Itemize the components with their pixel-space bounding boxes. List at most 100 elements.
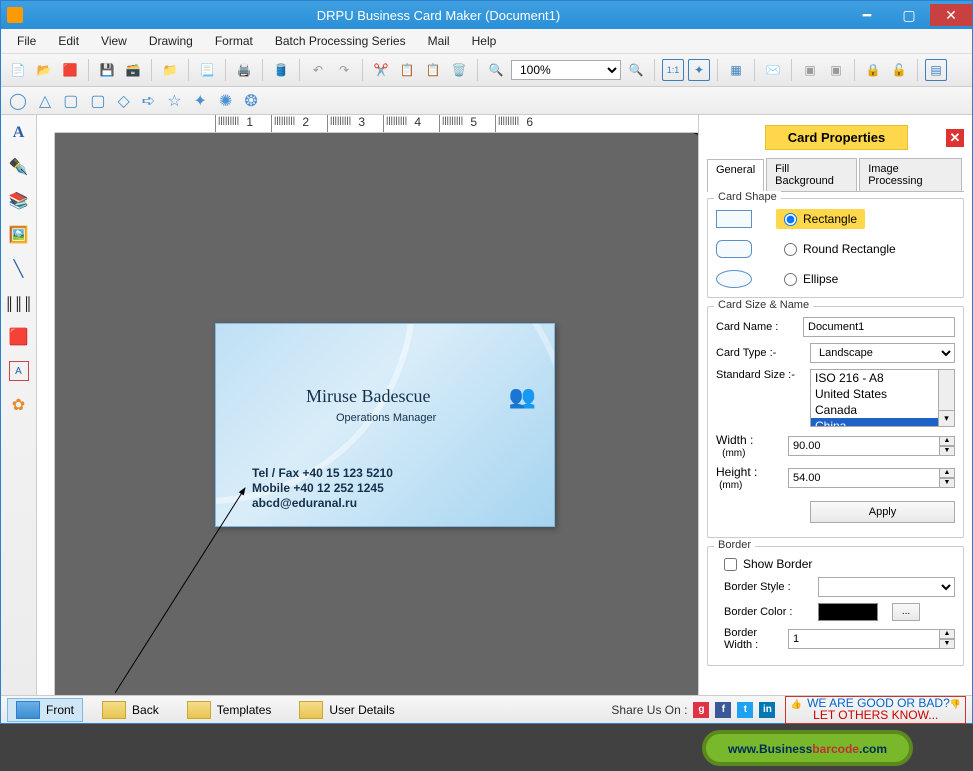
burst-tool-icon[interactable]: ✺ [219, 91, 232, 111]
border-width-stepper[interactable]: ▲▼ [788, 629, 955, 649]
barcode-tool-icon[interactable]: ║║║ [9, 293, 29, 313]
maximize-button[interactable]: ▢ [888, 4, 930, 26]
menu-batch[interactable]: Batch Processing Series [265, 31, 416, 51]
square-tool-icon[interactable]: ▢ [63, 91, 78, 111]
pen-tool-icon[interactable]: ✒️ [9, 157, 29, 177]
fit-icon[interactable]: 1:1 [662, 59, 684, 81]
shape-ellipse-radio[interactable]: Ellipse [776, 269, 846, 289]
twitter-icon[interactable]: t [737, 702, 753, 718]
star4-tool-icon[interactable]: ✦ [194, 91, 207, 111]
redo-icon[interactable]: ↷ [333, 59, 355, 81]
color-picker-button[interactable]: ... [892, 603, 920, 621]
standard-size-list[interactable]: ISO 216 - A8 United States Canada China … [810, 369, 955, 427]
facebook-icon[interactable]: f [715, 702, 731, 718]
line-tool-icon[interactable]: ╲ [9, 259, 29, 279]
watermark-icon[interactable]: A [9, 361, 29, 381]
border-color-swatch[interactable] [818, 603, 878, 621]
mail-icon[interactable]: ✉️ [762, 59, 784, 81]
cut-icon[interactable]: ✂️ [370, 59, 392, 81]
close-button[interactable]: ✕ [930, 4, 972, 26]
shape-round-rect-radio[interactable]: Round Rectangle [776, 239, 904, 259]
props-icon[interactable]: ▤ [925, 59, 947, 81]
page-icon[interactable]: 📃 [196, 59, 218, 81]
border-style-select[interactable] [818, 577, 955, 597]
fit-page-icon[interactable]: ✦ [688, 59, 710, 81]
delete-icon[interactable]: 🟥 [59, 59, 81, 81]
menu-format[interactable]: Format [205, 31, 263, 51]
shape-rectangle-radio[interactable]: Rectangle [776, 209, 865, 229]
show-border-checkbox[interactable]: Show Border [724, 557, 812, 571]
front-tab-button[interactable]: Front [7, 698, 83, 722]
status-bar: Front Back Templates User Details Share … [1, 695, 972, 723]
db-icon[interactable]: 🛢️ [270, 59, 292, 81]
seal-tool-icon[interactable]: ❂ [244, 91, 257, 111]
menu-mail[interactable]: Mail [418, 31, 460, 51]
linkedin-icon[interactable]: in [759, 702, 775, 718]
image-tool-icon[interactable]: 🖼️ [9, 225, 29, 245]
menu-help[interactable]: Help [462, 31, 507, 51]
clear-icon[interactable]: 🗑️ [448, 59, 470, 81]
app-icon [7, 7, 23, 23]
save-all-icon[interactable]: 🗃️ [122, 59, 144, 81]
apply-button[interactable]: Apply [810, 501, 955, 523]
menu-drawing[interactable]: Drawing [139, 31, 203, 51]
lock-icon[interactable]: 🔒 [862, 59, 884, 81]
chevron-down-icon[interactable]: ▾ [938, 410, 954, 426]
footer-url-badge[interactable]: www.Businessbarcode.com [702, 730, 913, 766]
user-details-button[interactable]: User Details [290, 698, 403, 722]
panel-close-icon[interactable]: ✕ [946, 129, 964, 147]
width-stepper[interactable]: ▲▼ [788, 436, 955, 456]
left-toolbox: A ✒️ 📚 🖼️ ╲ ║║║ 🟥 A ✿ [1, 115, 37, 695]
ellipse-preview-icon [716, 270, 752, 288]
rounded-tool-icon[interactable]: ▢ [90, 91, 105, 111]
zoom-select[interactable]: 100% [511, 60, 621, 80]
title-bar: DRPU Business Card Maker (Document1) ━ ▢… [1, 1, 972, 29]
list-scrollbar[interactable] [938, 370, 954, 410]
feedback-badge[interactable]: 👍 WE ARE GOOD OR BAD?👎LET OTHERS KNOW... [785, 696, 966, 724]
unlock-icon[interactable]: 🔓 [888, 59, 910, 81]
card-contact-text: Tel / Fax +40 15 123 5210 Mobile +40 12 … [252, 466, 393, 511]
tab-fill-background[interactable]: Fill Background [766, 158, 857, 191]
text-tool-icon[interactable]: A [9, 123, 29, 143]
back-tab-button[interactable]: Back [93, 698, 168, 722]
canvas[interactable]: Miruse Badescue Operations Manager 👥 Tel… [55, 133, 698, 695]
ellipse-tool-icon[interactable]: ◯ [9, 91, 27, 111]
gplus-icon[interactable]: g [693, 702, 709, 718]
export-icon[interactable]: 📁 [159, 59, 181, 81]
card-size-group: Card Size & Name Card Name : Card Type :… [707, 306, 964, 538]
menu-edit[interactable]: Edit [48, 31, 89, 51]
undo-icon[interactable]: ↶ [307, 59, 329, 81]
grid-icon[interactable]: ▦ [725, 59, 747, 81]
open-icon[interactable]: 📂 [33, 59, 55, 81]
layers-icon[interactable]: 🟥 [9, 327, 29, 347]
business-card[interactable]: Miruse Badescue Operations Manager 👥 Tel… [215, 323, 555, 527]
zoom-out-icon[interactable]: 🔍 [625, 59, 647, 81]
print-icon[interactable]: 🖨️ [233, 59, 255, 81]
save-icon[interactable]: 💾 [96, 59, 118, 81]
triangle-tool-icon[interactable]: △ [39, 91, 51, 111]
tab-image-processing[interactable]: Image Processing [859, 158, 962, 191]
card-type-select[interactable]: Landscape [810, 343, 955, 363]
paste-icon[interactable]: 📋 [422, 59, 444, 81]
card-name-input[interactable] [803, 317, 955, 337]
menu-file[interactable]: File [7, 31, 46, 51]
card-role-text: Operations Manager [336, 412, 436, 424]
minimize-button[interactable]: ━ [846, 4, 888, 26]
diamond-tool-icon[interactable]: ◇ [117, 91, 129, 111]
library-icon[interactable]: 📚 [9, 191, 29, 211]
rect-preview-icon [716, 210, 752, 228]
window-title: DRPU Business Card Maker (Document1) [31, 8, 846, 23]
layer-front-icon[interactable]: ▣ [799, 59, 821, 81]
copy-icon[interactable]: 📋 [396, 59, 418, 81]
height-stepper[interactable]: ▲▼ [788, 468, 955, 488]
arrow-tool-icon[interactable]: ➪ [142, 91, 155, 111]
menu-view[interactable]: View [91, 31, 137, 51]
tab-general[interactable]: General [707, 159, 764, 192]
star-tool-icon[interactable]: ☆ [167, 91, 181, 111]
new-icon[interactable]: 📄 [7, 59, 29, 81]
plugin-icon[interactable]: ✿ [9, 395, 29, 415]
templates-button[interactable]: Templates [178, 698, 281, 722]
layer-back-icon[interactable]: ▣ [825, 59, 847, 81]
properties-panel: Card Properties ✕ General Fill Backgroun… [698, 115, 972, 695]
zoom-in-icon[interactable]: 🔍 [485, 59, 507, 81]
